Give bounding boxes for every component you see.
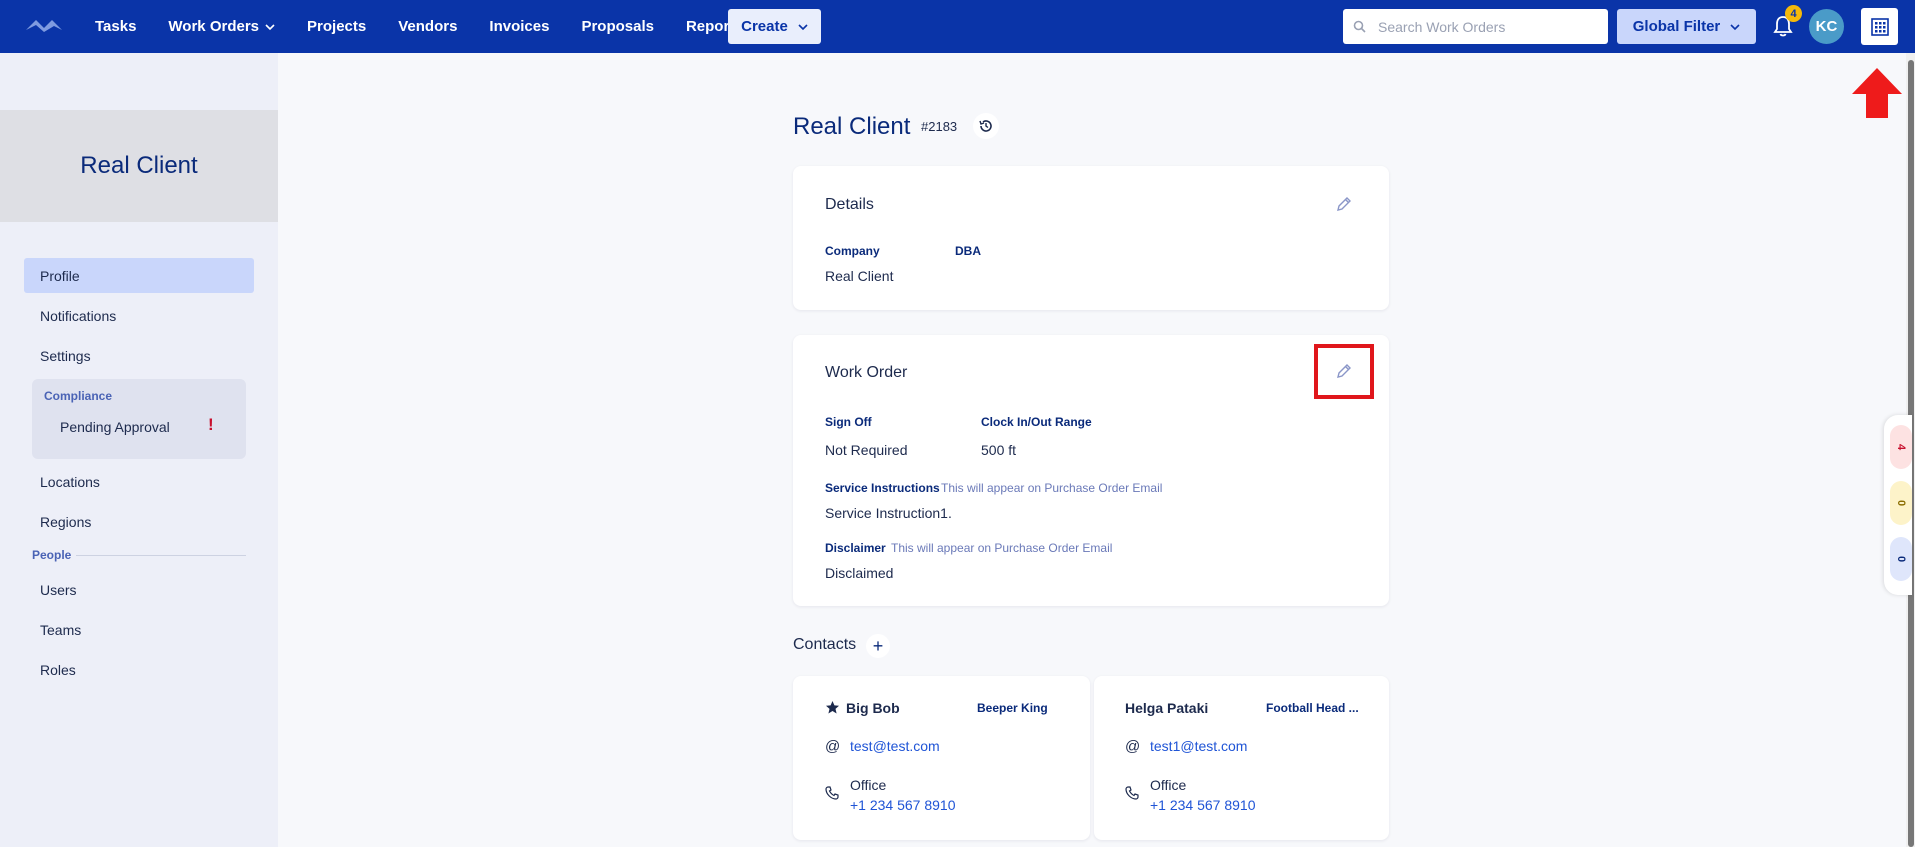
nav-projects[interactable]: Projects (307, 18, 366, 35)
sidebar-title: Real Client (0, 110, 278, 222)
phone-icon (1125, 786, 1139, 800)
search-input[interactable] (1378, 18, 1588, 35)
service-instructions-hint: This will appear on Purchase Order Email (941, 481, 1163, 495)
people-divider (76, 555, 246, 556)
sidebar-item-roles[interactable]: Roles (24, 652, 254, 687)
sidebar-item-pending-approval[interactable]: Pending Approval (60, 419, 170, 435)
arrow-up-icon (1852, 68, 1902, 118)
company-switcher-button[interactable] (1861, 8, 1898, 45)
global-filter-button[interactable]: Global Filter (1617, 9, 1756, 44)
history-button[interactable] (973, 113, 999, 139)
nav-menu: Tasks Work Orders Projects Vendors Invoi… (95, 0, 775, 53)
sign-off-label: Sign Off (825, 415, 872, 429)
status-pill-count: 4 (1895, 443, 1907, 451)
details-card: Details Company DBA Real Client (793, 166, 1389, 310)
contact-name: Big Bob (846, 700, 900, 716)
brand-logo-icon[interactable] (24, 16, 64, 34)
details-card-title: Details (825, 196, 874, 213)
at-sign-icon: @ (825, 738, 841, 755)
add-contact-button[interactable]: + (866, 634, 890, 658)
star-icon (826, 701, 839, 714)
search-box[interactable] (1343, 9, 1608, 44)
history-icon (979, 120, 992, 132)
highlight-box (1314, 344, 1374, 399)
contact-name: Helga Pataki (1125, 700, 1209, 716)
contact-role: Beeper King (977, 701, 1048, 715)
page-title: Real Client (793, 113, 911, 140)
create-button[interactable]: Create (728, 9, 821, 44)
work-order-card: Work Order Sign Off Clock In/Out Range N… (793, 335, 1389, 606)
contacts-title: Contacts (793, 636, 857, 653)
sidebar-item-profile[interactable]: Profile (24, 258, 254, 293)
contact-office-label: Office (1150, 777, 1187, 793)
sidebar-item-regions[interactable]: Regions (24, 504, 254, 539)
notification-count-badge: 4 (1785, 5, 1802, 22)
contact-role: Football Head ... (1266, 701, 1359, 715)
nav-invoices[interactable]: Invoices (489, 18, 549, 35)
status-pills-panel: 4 0 0 (1884, 415, 1912, 595)
search-icon (1353, 20, 1366, 33)
sidebar: Real Client Profile Notifications Settin… (0, 53, 278, 847)
contact-email-link[interactable]: test@test.com (850, 738, 940, 754)
sidebar-item-locations[interactable]: Locations (24, 464, 254, 499)
global-filter-label: Global Filter (1632, 18, 1721, 35)
compliance-label: Compliance (44, 389, 113, 403)
nav-vendors[interactable]: Vendors (398, 18, 457, 35)
disclaimer-label: Disclaimer (825, 541, 886, 555)
chevron-down-icon (1730, 23, 1740, 30)
top-navbar: Tasks Work Orders Projects Vendors Invoi… (0, 0, 1915, 53)
status-pill[interactable]: 0 (1890, 537, 1912, 581)
chevron-down-icon (265, 23, 275, 30)
sidebar-item-notifications[interactable]: Notifications (24, 298, 254, 333)
nav-work-orders-label: Work Orders (168, 18, 260, 35)
clock-range-value: 500 ft (981, 442, 1017, 458)
contact-office-label: Office (850, 777, 887, 793)
client-number: #2183 (921, 119, 958, 134)
nav-projects-label: Projects (307, 18, 367, 35)
work-order-card-title: Work Order (825, 364, 908, 381)
people-section-label: People (32, 548, 72, 562)
service-instructions-label: Service Instructions (825, 481, 940, 495)
at-sign-icon: @ (1125, 738, 1141, 755)
status-pill-count: 0 (1895, 555, 1907, 563)
edit-pencil-icon[interactable] (1335, 195, 1353, 213)
contact-card[interactable]: Big Bob Beeper King @ test@test.com Offi… (793, 676, 1090, 840)
sidebar-item-teams[interactable]: Teams (24, 612, 254, 647)
nav-tasks-label: Tasks (95, 18, 137, 35)
contact-phone-link[interactable]: +1 234 567 8910 (1150, 797, 1256, 813)
alert-icon: ! (208, 415, 214, 434)
clock-range-label: Clock In/Out Range (981, 415, 1092, 429)
user-avatar[interactable]: KC (1809, 9, 1844, 44)
status-pill[interactable]: 4 (1890, 425, 1912, 469)
nav-work-orders[interactable]: Work Orders (168, 18, 275, 35)
create-button-label: Create (741, 18, 788, 35)
status-pill-count: 0 (1895, 499, 1907, 507)
contact-phone-link[interactable]: +1 234 567 8910 (850, 797, 956, 813)
dba-label: DBA (955, 244, 981, 258)
status-pill[interactable]: 0 (1890, 481, 1912, 525)
nav-proposals-label: Proposals (581, 18, 654, 35)
disclaimer-value: Disclaimed (825, 565, 894, 581)
nav-tasks[interactable]: Tasks (95, 18, 136, 35)
nav-vendors-label: Vendors (398, 18, 458, 35)
building-icon (1870, 17, 1889, 36)
company-label: Company (825, 244, 880, 258)
contact-card[interactable]: Helga Pataki Football Head ... @ test1@t… (1094, 676, 1389, 840)
phone-icon (825, 786, 839, 800)
contact-email-link[interactable]: test1@test.com (1150, 738, 1247, 754)
chevron-down-icon (798, 23, 808, 30)
disclaimer-hint: This will appear on Purchase Order Email (891, 541, 1113, 555)
nav-invoices-label: Invoices (489, 18, 550, 35)
nav-proposals[interactable]: Proposals (581, 18, 654, 35)
compliance-section: Compliance Pending Approval ! (32, 379, 246, 459)
sign-off-value: Not Required (825, 442, 908, 458)
company-value: Real Client (825, 268, 894, 284)
service-instructions-value: Service Instruction1. (825, 505, 952, 521)
sidebar-item-settings[interactable]: Settings (24, 338, 254, 373)
sidebar-item-users[interactable]: Users (24, 572, 254, 607)
